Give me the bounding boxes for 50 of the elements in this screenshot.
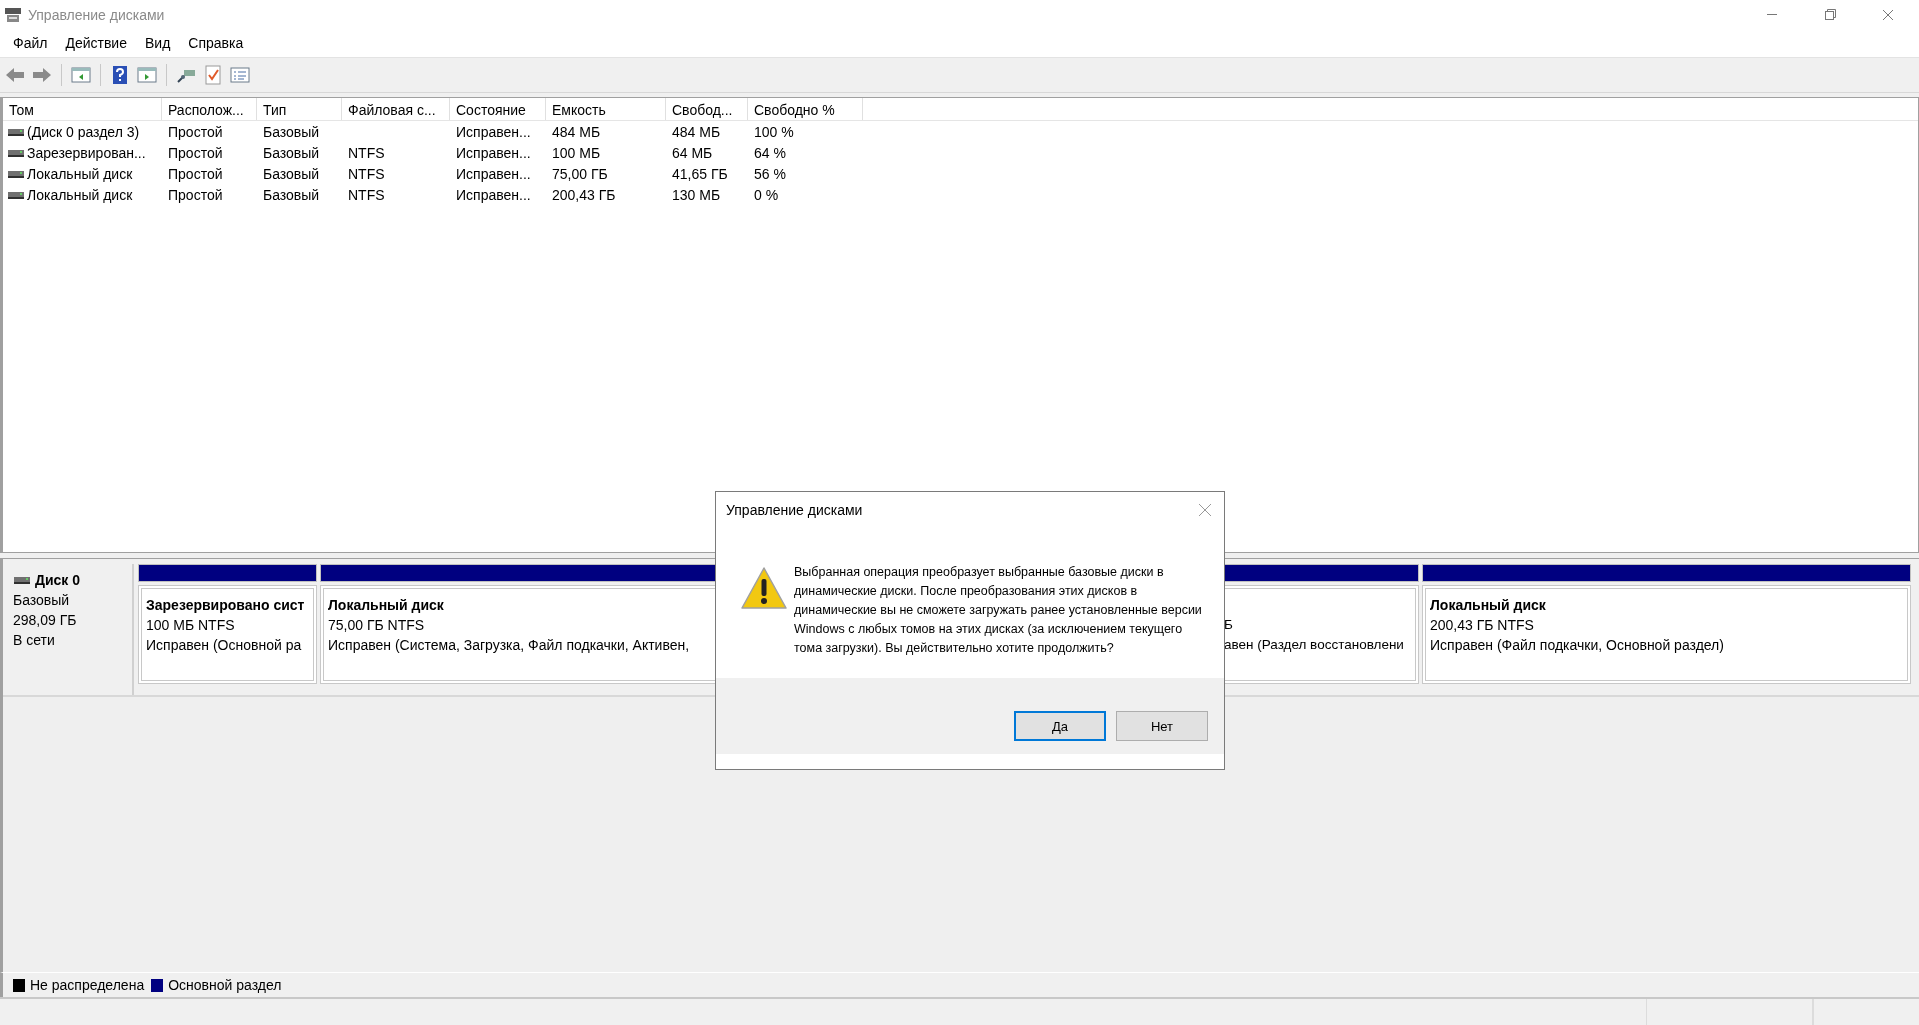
table-cell: 100 % xyxy=(754,123,794,140)
partition-size: Б xyxy=(1224,616,1233,634)
disk-size: 298,09 ГБ xyxy=(13,611,78,630)
partition-status: авен (Раздел восстановлени xyxy=(1224,636,1404,654)
disk-name: Диск 0 xyxy=(35,572,81,588)
table-cell: 130 МБ xyxy=(672,186,721,203)
partition-status: Исправен (Основной ра xyxy=(146,636,302,655)
table-cell: 484 МБ xyxy=(552,123,601,140)
partition-size: 75,00 ГБ NTFS xyxy=(328,616,425,635)
window-title: Управление дисками xyxy=(28,6,166,23)
table-cell: Исправен... xyxy=(456,186,531,203)
partition-status: Исправен (Файл подкачки, Основной раздел) xyxy=(1430,636,1724,655)
table-cell: 64 МБ xyxy=(672,144,713,161)
table-cell: 484 МБ xyxy=(672,123,721,140)
table-cell: Базовый xyxy=(263,186,320,203)
table-cell: Базовый xyxy=(263,144,320,161)
table-cell: Исправен... xyxy=(456,165,531,182)
partition-name: Локальный диск xyxy=(328,596,444,615)
partition-name: Локальный диск xyxy=(1430,596,1546,615)
table-cell: Простой xyxy=(168,165,223,182)
table-cell: Исправен... xyxy=(456,144,531,161)
partition-size: 100 МБ NTFS xyxy=(146,616,235,635)
partition-name: Зарезервировано сист xyxy=(146,596,305,615)
table-cell: Локальный диск xyxy=(27,165,133,182)
disk-type: Базовый xyxy=(13,591,71,610)
dialog-title: Управление дисками xyxy=(726,501,863,518)
table-cell: 0 % xyxy=(754,186,779,203)
table-cell: NTFS xyxy=(348,144,385,161)
table-cell: Исправен... xyxy=(456,123,531,140)
table-cell: 64 % xyxy=(754,144,786,161)
legend-label: Основной раздел xyxy=(168,977,282,993)
table-cell: Простой xyxy=(168,123,223,140)
partition-size: 200,43 ГБ NTFS xyxy=(1430,616,1534,635)
table-cell: Простой xyxy=(168,144,223,161)
table-cell: Базовый xyxy=(263,123,320,140)
partition-status: Исправен (Система, Загрузка, Файл подкачки, Активен, xyxy=(328,636,690,655)
table-cell: Локальный диск xyxy=(27,186,133,203)
table-cell: 200,43 ГБ xyxy=(552,186,616,203)
table-cell: 75,00 ГБ xyxy=(552,165,608,182)
table-cell: NTFS xyxy=(348,186,385,203)
legend-label: Не распределена xyxy=(30,977,145,993)
table-cell: Зарезервирован... xyxy=(27,144,146,161)
table-cell: (Диск 0 раздел 3) xyxy=(27,123,140,140)
table-cell: NTFS xyxy=(348,165,385,182)
table-cell: 100 МБ xyxy=(552,144,601,161)
table-cell: Базовый xyxy=(263,165,320,182)
disk-status: В сети xyxy=(13,631,56,650)
table-cell: Простой xyxy=(168,186,223,203)
table-cell: 41,65 ГБ xyxy=(672,165,728,182)
table-cell: 56 % xyxy=(754,165,786,182)
